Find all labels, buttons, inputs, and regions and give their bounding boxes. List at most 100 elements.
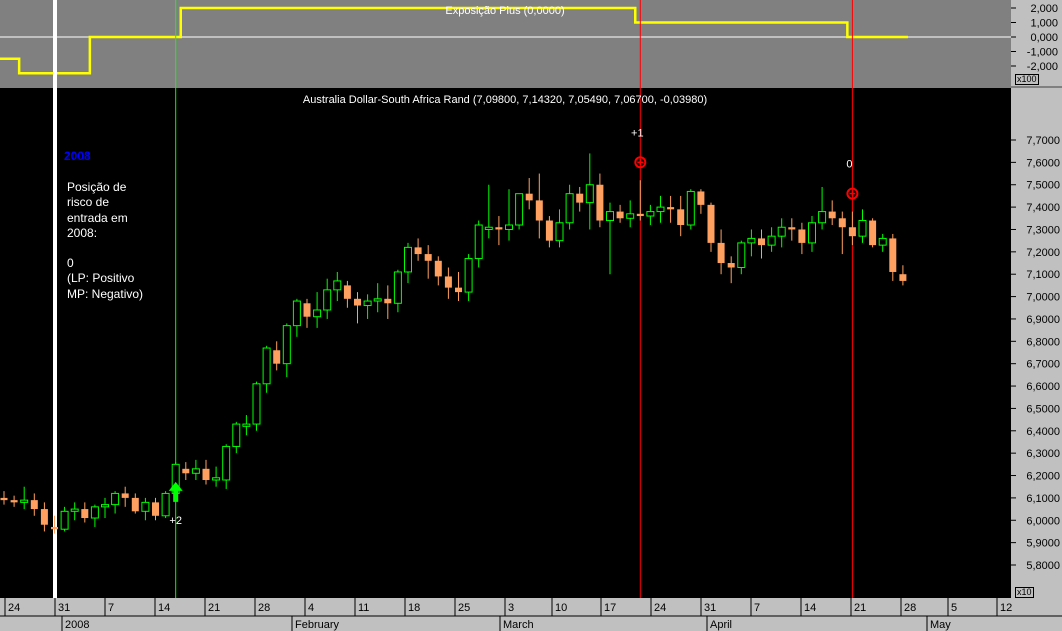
signal-label: 0 [846,159,852,171]
x-tick-label: 17 [604,602,616,614]
info-line: MP: Negativo) [67,286,144,301]
candle-body [444,276,452,288]
x-tick-label: 21 [208,602,220,614]
indicator-title: Exposição Plus (0,0000) [445,5,564,17]
indicator-tick-label: -1,000 [1027,47,1058,59]
candle-body [747,237,756,244]
candle-body [464,258,473,293]
signal-lines [175,0,853,598]
candle-body [777,226,786,237]
candle-body [585,184,594,204]
price-tick-label: 7,3000 [1026,224,1060,236]
candle-body [273,350,281,364]
candle-body [182,468,190,474]
candle-body [202,468,210,480]
candle-body [242,423,251,427]
candle-body [191,468,200,474]
x-tick-label: 25 [458,602,470,614]
x-tick-label: 10 [555,602,567,614]
candle-body [10,500,18,503]
candle-body [788,227,796,230]
risk-info-block: Posição de risco de entrada em 2008: 0 (LP: P… [67,180,187,302]
candle-body [767,235,776,246]
candle-body [858,220,867,237]
candle-body [393,271,402,304]
entry-arrow-icon [168,481,183,502]
candle-body [40,509,48,525]
candle-body [90,506,99,519]
indicator-tick-label: 0,000 [1030,32,1058,44]
candle-body [727,263,735,268]
candle-body [101,504,109,508]
candle-body [878,237,887,246]
signal-label: +2 [169,515,182,527]
x-tick-label: 21 [854,602,866,614]
x-tick-label: 3 [508,602,514,614]
candle-body [677,209,685,225]
candle-body [141,501,150,512]
info-line: entrada em [67,210,128,225]
x-tick-label: 11 [358,602,369,614]
candle-body [555,222,564,242]
candle-body [656,206,665,213]
price-tick-label: 6,5000 [1026,403,1060,415]
price-tick-label: 6,7000 [1026,359,1060,371]
price-tick-label: 7,6000 [1026,157,1060,169]
x-tick-label: 24 [8,602,20,614]
month-label: 2008 [65,619,89,631]
candle-body [646,211,655,217]
signal-label: +1 [631,127,644,139]
candle-body [30,500,38,510]
candle-body [282,325,291,365]
info-line: risco de [67,195,110,210]
candle-body [606,211,614,222]
x-tick-label: 14 [158,602,170,614]
candle-body [212,477,221,481]
price-tick-label: 6,0000 [1026,515,1060,527]
indicator-tick-label: -2,000 [1027,61,1058,73]
candle-body [121,493,129,498]
price-tick-label: 7,5000 [1026,180,1060,192]
chart-canvas: 2,000 1,000 0,000 -1,000 -2,000 7,7000 7,6000… [0,0,1062,631]
candle-body [343,285,351,299]
candle-body [363,300,372,307]
price-tick-label: 6,8000 [1026,336,1060,348]
info-line [67,241,187,256]
candle-body [152,502,159,516]
candle-body [60,510,69,530]
candle-body [818,211,827,224]
x-tick-label: 14 [804,602,816,614]
info-line: 2008: [67,225,98,240]
candle-body [222,445,231,481]
price-tick-label: 7,1000 [1026,269,1060,281]
candle-body [535,200,543,221]
candle-body [232,423,241,447]
candle-body [404,246,412,273]
candle-body [81,509,89,519]
x-tick-label: 18 [408,602,420,614]
candle-body [505,224,513,230]
price-tick-label: 6,4000 [1026,426,1060,438]
candle-body [869,220,877,246]
candle-body [70,508,79,512]
price-tick-label: 6,6000 [1026,381,1060,393]
month-label: February [295,619,340,631]
candle-body [565,193,574,224]
candle-body [131,497,139,512]
info-line: Posição de [67,180,127,194]
price-tick-label: 6,9000 [1026,314,1060,326]
candle-body [474,224,483,260]
month-label: May [930,619,951,631]
candle-body [838,218,846,228]
price-tick-label: 5,9000 [1026,538,1060,550]
price-tick-label: 7,0000 [1026,292,1060,304]
candle-body [262,347,271,385]
candle-body [626,213,635,219]
signal-marks: +2 +1 0 [168,127,859,527]
info-line: (LP: Positivo [67,271,135,286]
x-tick-label: 24 [654,602,666,614]
price-tick-label: 5,8000 [1026,560,1060,572]
x-tick-label: 7 [108,602,114,614]
candle-body [808,222,816,244]
indicator-tick-label: 2,000 [1030,3,1058,15]
